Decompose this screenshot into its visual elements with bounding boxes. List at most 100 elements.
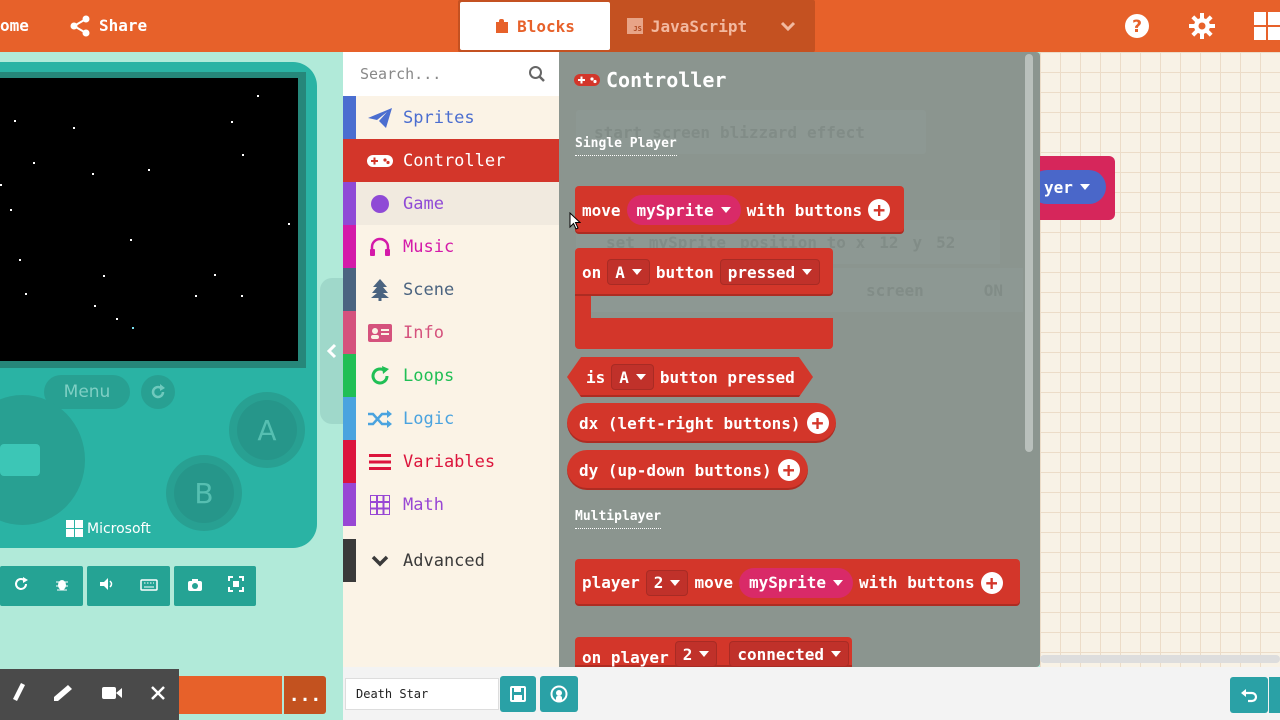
search-icon[interactable] [528,65,546,83]
close-icon[interactable] [150,685,166,705]
block-text: on player [582,648,669,667]
ghost-text: 52 [936,232,956,252]
block-move-sprite[interactable]: move mySprite with buttons + [575,186,904,234]
dpad-right[interactable] [0,444,40,476]
download-button[interactable] [179,676,282,714]
category-controller[interactable]: Controller [343,139,559,182]
camera-icon[interactable] [187,577,203,596]
svg-text:?: ? [1132,17,1142,37]
calculator-icon [356,494,403,515]
tab-blocks-label: Blocks [517,16,575,36]
block-dx[interactable]: dx (left-right buttons) + [567,403,836,443]
project-name-input[interactable]: Death Star [345,678,499,710]
video-camera-icon[interactable] [101,685,123,705]
category-label: Info [403,322,444,343]
b-button-label: B [174,463,234,523]
restart-button[interactable] [141,375,175,409]
category-loops[interactable]: Loops [343,354,559,397]
menu-button[interactable]: Menu [44,375,130,409]
ghost-text: y [912,232,923,252]
chevron-down-icon [356,555,403,567]
help-icon[interactable]: ? [1124,13,1150,43]
add-icon[interactable]: + [806,412,829,434]
button-dropdown[interactable]: A [607,259,650,285]
add-icon[interactable]: + [777,459,800,481]
collapse-simulator-button[interactable] [320,278,344,424]
block-c-arm [575,296,591,318]
save-button[interactable] [500,676,536,712]
block-text: with buttons [746,200,863,220]
tree-icon [356,278,403,301]
category-game[interactable]: Game [343,182,559,225]
block-player-move[interactable]: player 2 move mySprite with buttons + [575,559,1020,606]
shuffle-icon [356,409,403,428]
volume-icon[interactable] [99,576,115,596]
share-icon[interactable] [68,14,92,42]
block-on-player-connected[interactable]: on player 2 connected [575,637,852,667]
github-button[interactable] [540,676,578,712]
toolbox-search[interactable]: Search... [343,52,560,96]
category-info[interactable]: Info [343,311,559,354]
category-sprites[interactable]: Sprites [343,96,559,139]
gamepad-icon [574,74,600,86]
tab-javascript[interactable]: JS JavaScript [612,2,762,50]
section-multiplayer: Multiplayer [575,509,662,529]
category-label: Loops [403,365,455,386]
variable-dropdown[interactable]: mySprite [626,195,741,225]
chevron-down-icon [780,21,796,31]
undo-button[interactable] [1230,677,1268,713]
block-is-button-pressed[interactable]: is A button pressed [567,357,813,397]
category-math[interactable]: Math [343,483,559,526]
block-workspace[interactable] [1040,52,1280,667]
block-text: button [655,262,714,282]
player-dropdown[interactable]: 2 [674,641,718,667]
category-variables[interactable]: Variables [343,440,559,483]
button-dropdown[interactable]: A [611,364,654,390]
share-button[interactable]: Share [99,16,147,35]
ghost-text: 12 [879,232,899,252]
fullscreen-icon[interactable] [227,576,244,596]
player-dropdown[interactable]: 2 [645,569,689,596]
redo-button[interactable] [1269,677,1280,713]
add-icon[interactable]: + [980,571,1003,594]
a-button-label: A [237,400,297,460]
ghost-text: effect [807,122,865,142]
category-label: Advanced [403,550,485,571]
a-button[interactable]: A [229,392,305,468]
workspace-kind-pill[interactable]: yer [1030,170,1106,204]
variable-label: mySprite [636,200,714,220]
home-button[interactable]: ome [0,16,29,35]
save-icon [510,686,526,702]
keyboard-icon[interactable] [140,577,158,596]
windows-logo-icon[interactable] [1254,12,1280,44]
simulator-screen[interactable] [0,78,298,361]
simulator-tools-c [174,566,256,606]
refresh-icon [151,384,165,399]
pen-icon[interactable] [13,682,26,707]
settings-gear-icon[interactable] [1189,13,1215,43]
flyout-scrollbar[interactable] [1025,54,1033,452]
category-scene[interactable]: Scene [343,268,559,311]
block-on-button-event[interactable]: on A button pressed [575,248,833,296]
event-dropdown[interactable]: connected [729,641,850,667]
event-value: pressed [727,262,796,282]
variable-dropdown[interactable]: mySprite [738,567,854,598]
category-logic[interactable]: Logic [343,397,559,440]
tab-more-dropdown[interactable] [764,2,812,50]
search-input[interactable]: Search... [360,65,441,83]
category-advanced[interactable]: Advanced [343,539,559,582]
category-label: Scene [403,279,455,300]
bug-icon[interactable] [54,576,70,596]
category-label: Sprites [403,107,475,128]
b-button[interactable]: B [166,455,242,531]
add-icon[interactable]: + [868,199,891,221]
category-music[interactable]: Music [343,225,559,268]
mouse-cursor-icon [569,211,582,234]
block-dy[interactable]: dy (up-down buttons) + [567,450,808,490]
restart-icon[interactable] [13,576,29,596]
tab-blocks[interactable]: Blocks [460,2,610,50]
horizontal-scrollbar[interactable] [1040,655,1280,663]
highlighter-icon[interactable] [52,683,74,707]
event-dropdown[interactable]: pressed [719,259,821,285]
more-options-button[interactable]: ... [284,676,326,714]
